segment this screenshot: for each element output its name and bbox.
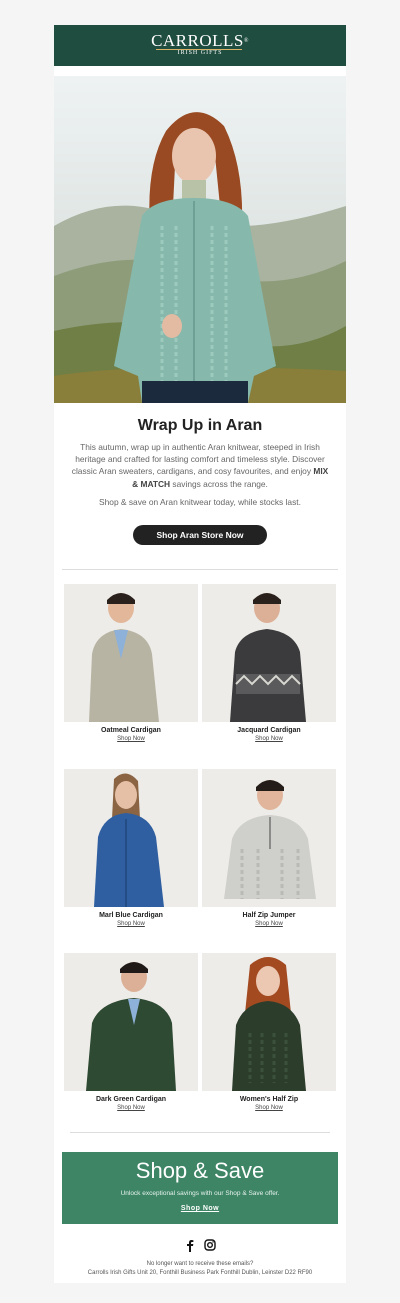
shop-save-banner[interactable]: Shop & Save Unlock exceptional savings w… <box>62 1152 338 1224</box>
logo-text: CARROLLS <box>151 31 244 50</box>
shop-now-link[interactable]: Shop Now <box>202 736 336 742</box>
product-image[interactable] <box>202 769 336 907</box>
product-card[interactable]: Women's Half Zip Shop Now <box>202 953 336 1111</box>
product-card[interactable]: Dark Green Cardigan Shop Now <box>64 953 198 1111</box>
product-name: Jacquard Cardigan <box>237 727 301 734</box>
product-photo-illustration <box>89 593 159 722</box>
email-body: CARROLLS® IRISH GIFTS Wrap Up in Aran Th… <box>54 25 346 1283</box>
banner-title: Shop & Save <box>135 1158 265 1183</box>
divider <box>70 1132 330 1133</box>
product-card[interactable]: Half Zip Jumper Shop Now <box>202 769 336 927</box>
hero-image[interactable] <box>54 76 346 403</box>
product-photo-illustration <box>230 593 306 722</box>
shop-now-link[interactable]: Shop Now <box>64 736 198 742</box>
product-name: Oatmeal Cardigan <box>101 727 161 734</box>
banner-shop-now-link[interactable]: Shop Now <box>62 1205 338 1212</box>
product-card[interactable]: Oatmeal Cardigan Shop Now <box>64 584 198 742</box>
product-image[interactable] <box>64 769 198 907</box>
product-name: Marl Blue Cardigan <box>99 912 163 919</box>
banner-text: Unlock exceptional savings with our Shop… <box>120 1190 280 1197</box>
sub-paragraph: Shop & save on Aran knitwear today, whil… <box>99 497 301 507</box>
shop-now-link[interactable]: Shop Now <box>64 921 198 927</box>
brand-logo[interactable]: CARROLLS® <box>54 32 346 50</box>
shop-aran-store-button[interactable]: Shop Aran Store Now <box>133 525 267 545</box>
logo-subtitle: IRISH GIFTS <box>177 50 223 56</box>
company-address: Carrolls Irish Gifts Unit 20, Fonthill B… <box>87 1270 313 1276</box>
email-header: CARROLLS® IRISH GIFTS <box>54 25 346 66</box>
intro-paragraph: This autumn, wrap up in authentic Aran k… <box>69 441 331 490</box>
product-image[interactable] <box>64 584 198 722</box>
product-image[interactable] <box>64 953 198 1091</box>
shop-now-link[interactable]: Shop Now <box>202 1105 336 1111</box>
intro-text: This autumn, wrap up in authentic Aran k… <box>71 442 325 477</box>
product-image[interactable] <box>202 953 336 1091</box>
headline: Wrap Up in Aran <box>137 417 263 434</box>
product-name: Women's Half Zip <box>239 1096 299 1103</box>
product-photo-illustration <box>224 780 316 899</box>
shop-now-link[interactable]: Shop Now <box>64 1105 198 1111</box>
product-image[interactable] <box>202 584 336 722</box>
instagram-icon[interactable] <box>203 1238 217 1252</box>
product-photo-illustration <box>232 957 306 1091</box>
unsubscribe-text[interactable]: No longer want to receive these emails? <box>54 1261 346 1267</box>
product-card[interactable]: Marl Blue Cardigan Shop Now <box>64 769 198 927</box>
intro-text-end: savings across the range. <box>170 478 268 489</box>
product-photo-illustration <box>86 962 176 1091</box>
divider <box>62 569 338 570</box>
product-name: Half Zip Jumper <box>242 912 296 919</box>
hero-photo-illustration <box>54 76 346 403</box>
product-photo-illustration <box>94 773 164 907</box>
product-card[interactable]: Jacquard Cardigan Shop Now <box>202 584 336 742</box>
product-name: Dark Green Cardigan <box>95 1096 167 1103</box>
facebook-icon[interactable] <box>183 1238 197 1252</box>
shop-now-link[interactable]: Shop Now <box>202 921 336 927</box>
logo-registered-mark: ® <box>243 38 249 44</box>
